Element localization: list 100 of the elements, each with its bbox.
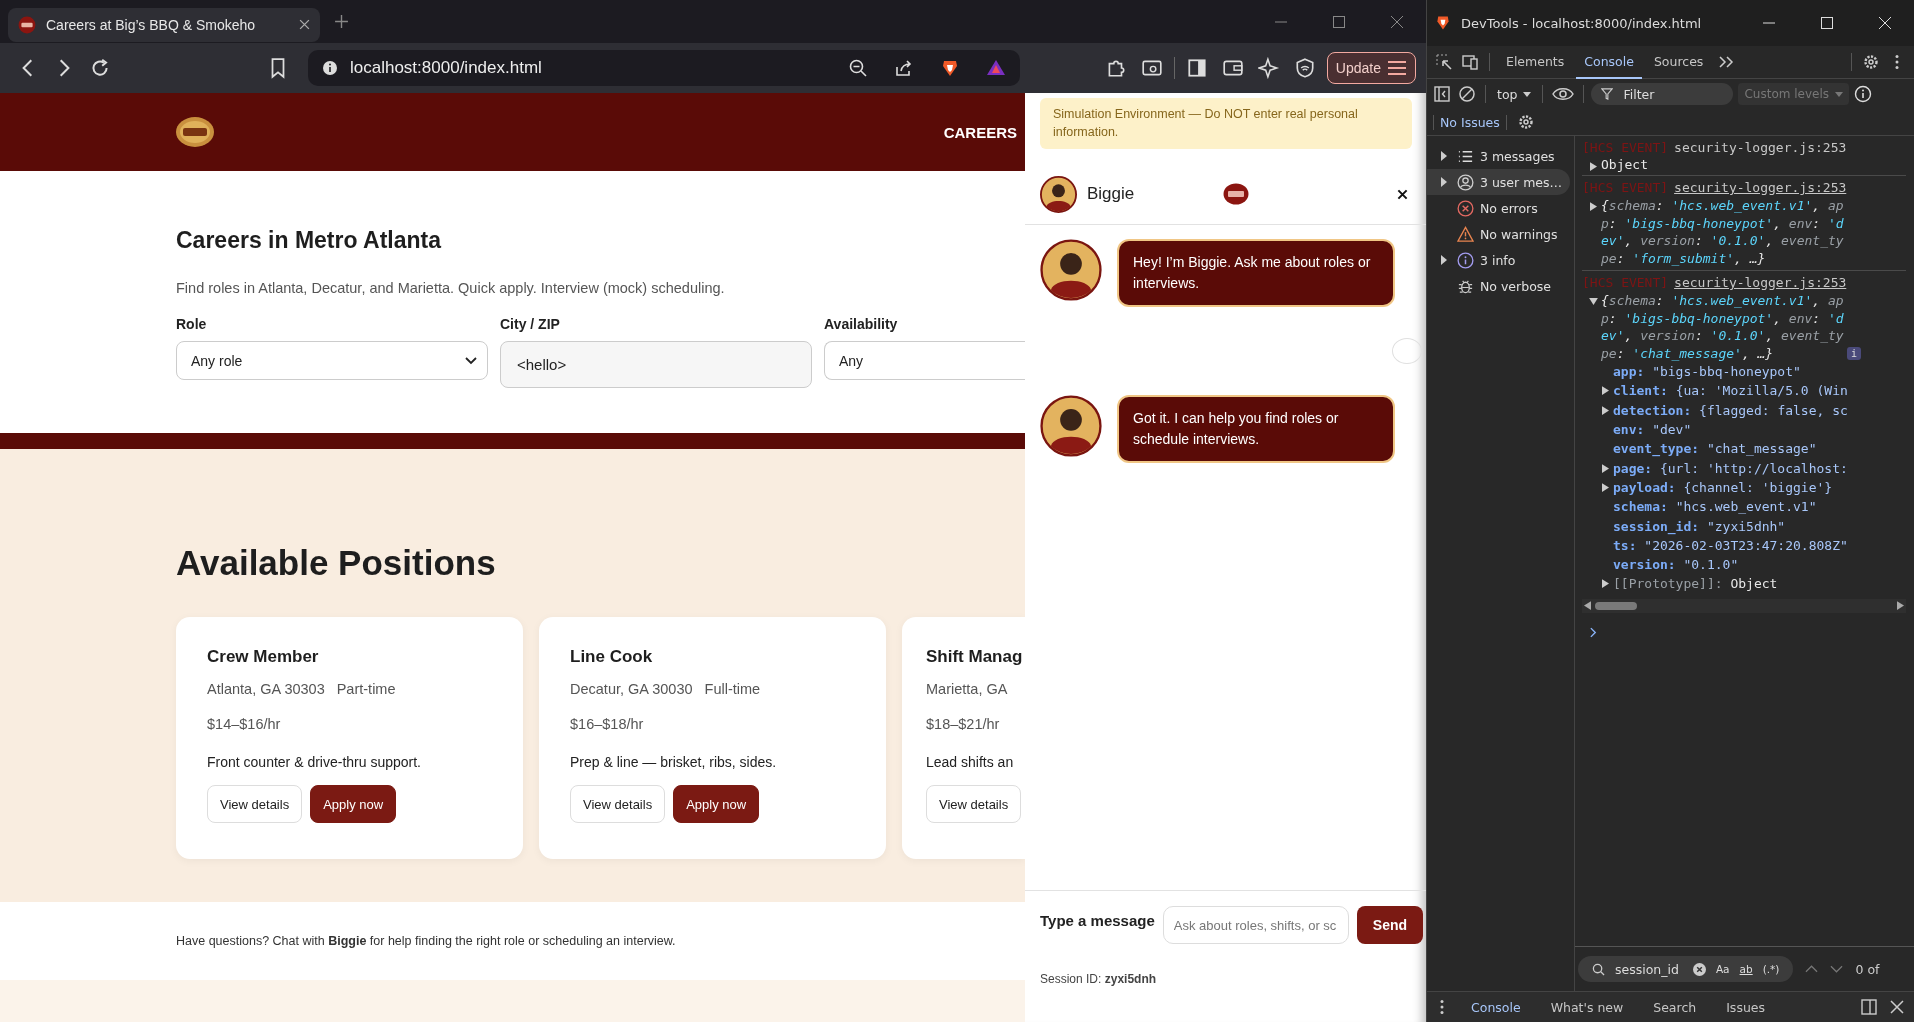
- source-link[interactable]: security-logger.js:253: [1674, 140, 1847, 155]
- session-id: Session ID: zyxi5dnh: [1040, 972, 1158, 986]
- devtools-tab[interactable]: Sources: [1645, 45, 1712, 79]
- city-input[interactable]: <hello>: [500, 341, 812, 388]
- scroll-left-icon[interactable]: [1584, 601, 1591, 611]
- search-field[interactable]: session_id Aa ab (.*): [1578, 956, 1794, 982]
- clear-icon[interactable]: [1456, 83, 1478, 105]
- previous-icon[interactable]: [1805, 965, 1819, 973]
- context-dropdown[interactable]: top: [1493, 86, 1536, 102]
- drawer-tab[interactable]: Console: [1459, 999, 1533, 1015]
- source-link[interactable]: security-logger.js:253: [1674, 180, 1847, 195]
- zoom-out-icon[interactable]: [848, 58, 868, 78]
- menu-icon: [1387, 60, 1407, 76]
- object-property: detection: {flagged: false, sc: [1613, 402, 1848, 418]
- prompt-icon[interactable]: [1590, 626, 1597, 638]
- caret-icon: [465, 356, 477, 365]
- footer-text: Have questions? Chat with Biggie for help finding the right role or scheduling an interview.: [176, 934, 676, 948]
- share-icon[interactable]: [894, 58, 914, 78]
- error-icon: [1457, 199, 1474, 217]
- match-case-toggle[interactable]: Aa: [1715, 963, 1730, 975]
- sidebar-item[interactable]: 3 user mes…: [1427, 169, 1570, 195]
- brand-logo: [1222, 183, 1249, 205]
- sidebar-item[interactable]: No errors: [1427, 195, 1570, 221]
- update-button[interactable]: Update: [1326, 52, 1416, 84]
- devtools-tab[interactable]: Console: [1576, 45, 1642, 79]
- site-logo[interactable]: [175, 116, 215, 148]
- regex-toggle[interactable]: (.*): [1762, 963, 1780, 975]
- new-tab-icon[interactable]: [334, 14, 349, 29]
- job-title: Line Cook: [570, 647, 654, 667]
- object-preview[interactable]: {schema: 'hcs.web_event.v1', app: 'bigs-bbq-honeypot', env: 'dev', version: '0.1.0', event_type: 'chat_message', …}: [1601, 292, 1846, 362]
- expand-arrow-icon: [1441, 255, 1447, 265]
- lion-shield-icon[interactable]: [940, 58, 960, 78]
- details-button[interactable]: View details: [207, 785, 303, 823]
- issues-link[interactable]: No Issues: [1433, 114, 1507, 130]
- object-preview[interactable]: {schema: 'hcs.web_event.v1', app: 'bigs-bbq-honeypot', env: 'dev', version: '0.1.0', event_type: 'form_submit', …}: [1601, 197, 1846, 267]
- expand-arrow-icon[interactable]: [1590, 162, 1597, 171]
- send-button[interactable]: Send: [1356, 906, 1424, 944]
- details-button[interactable]: View details: [570, 785, 666, 823]
- address-bar[interactable]: localhost:8000/index.html: [308, 50, 1020, 86]
- browser-tab[interactable]: Careers at Big’s BBQ & Smokeho: [8, 7, 320, 42]
- apply-button[interactable]: Apply now: [310, 785, 397, 823]
- object-property: event_type: "chat_message": [1613, 441, 1817, 457]
- info-icon[interactable]: [322, 60, 338, 76]
- job-location: Atlanta, GA 30303: [207, 681, 325, 697]
- dropdown[interactable]: Any role: [176, 341, 488, 380]
- close-icon[interactable]: [1397, 188, 1408, 200]
- filter-icon: [1601, 88, 1614, 100]
- job-description: Lead shifts an: [926, 754, 1015, 770]
- object-property: client: {ua: 'Mozilla/5.0 (Win: [1613, 383, 1848, 399]
- scroll-right-icon[interactable]: [1897, 601, 1904, 611]
- source-link[interactable]: security-logger.js:253: [1674, 275, 1847, 290]
- object-property: ts: "2026-02-03T23:47:20.808Z": [1613, 537, 1848, 553]
- field-label: City / ZIP: [500, 316, 561, 332]
- dropdown[interactable]: Any: [824, 341, 1025, 380]
- nav-link[interactable]: CAREERS: [943, 123, 1017, 141]
- triangle-icon[interactable]: [986, 58, 1006, 78]
- dock-icon[interactable]: [1858, 996, 1880, 1018]
- job-title: Shift Manag: [926, 647, 1024, 667]
- close-tab-icon[interactable]: [299, 19, 310, 30]
- scroll-thumb[interactable]: [1595, 601, 1637, 610]
- sidebar-item[interactable]: No warnings: [1427, 221, 1570, 247]
- drawer-tab[interactable]: Search: [1641, 999, 1709, 1015]
- job-pay: $18–$21/hr: [926, 716, 1001, 732]
- sidebar-item[interactable]: 3 info: [1427, 247, 1570, 273]
- sidebar-toggle-icon[interactable]: [1431, 83, 1453, 105]
- message-input[interactable]: Ask about roles, shifts, or sc: [1162, 906, 1349, 944]
- details-button[interactable]: View details: [926, 785, 1022, 823]
- whole-word-toggle[interactable]: ab: [1739, 963, 1753, 975]
- window-title: DevTools - localhost:8000/index.html: [1461, 15, 1702, 31]
- apply-button[interactable]: Apply now: [673, 785, 760, 823]
- search-icon: [1592, 962, 1605, 976]
- sidebar-item[interactable]: 3 messages: [1427, 143, 1570, 169]
- lion-shield-icon: [1435, 14, 1451, 32]
- avatar: [1040, 239, 1102, 301]
- devtools-tab[interactable]: Elements: [1498, 45, 1573, 79]
- next-icon[interactable]: [1830, 965, 1844, 973]
- job-pay: $14–$16/hr: [207, 716, 282, 732]
- drawer-tab[interactable]: What's new: [1538, 999, 1636, 1015]
- clear-icon[interactable]: [1692, 962, 1706, 976]
- agent-name: Biggie: [1087, 184, 1135, 204]
- notice-banner: Simulation Environment — Do NOT enter real personal information.: [1040, 98, 1412, 149]
- caret-icon: [1523, 91, 1532, 97]
- filter-field[interactable]: Filter: [1591, 83, 1734, 105]
- horizontal-scrollbar[interactable]: [1582, 598, 1906, 613]
- job-type: Part-time: [336, 681, 396, 697]
- drawer-tab[interactable]: Issues: [1714, 999, 1778, 1015]
- object-property: page: {url: 'http://localhost:: [1613, 460, 1848, 476]
- section-subtitle: Find roles in Atlanta, Decatur, and Marietta. Quick apply. Interview (mock) scheduling.: [176, 280, 726, 296]
- job-title: Crew Member: [207, 647, 320, 667]
- log-tag: [HCS EVENT]: [1582, 140, 1669, 155]
- expand-arrow-icon[interactable]: [1602, 579, 1609, 589]
- sidebar-item[interactable]: No verbose: [1427, 273, 1570, 299]
- field-label: Availability: [824, 316, 899, 332]
- log-object[interactable]: Object: [1601, 157, 1648, 172]
- user-icon: [1457, 173, 1474, 191]
- info-badge[interactable]: i: [1846, 347, 1861, 360]
- expand-arrow-icon[interactable]: [1590, 202, 1597, 211]
- field-label: Role: [176, 316, 208, 332]
- expand-arrow-icon[interactable]: [1589, 298, 1598, 305]
- log-tag: [HCS EVENT]: [1582, 180, 1669, 195]
